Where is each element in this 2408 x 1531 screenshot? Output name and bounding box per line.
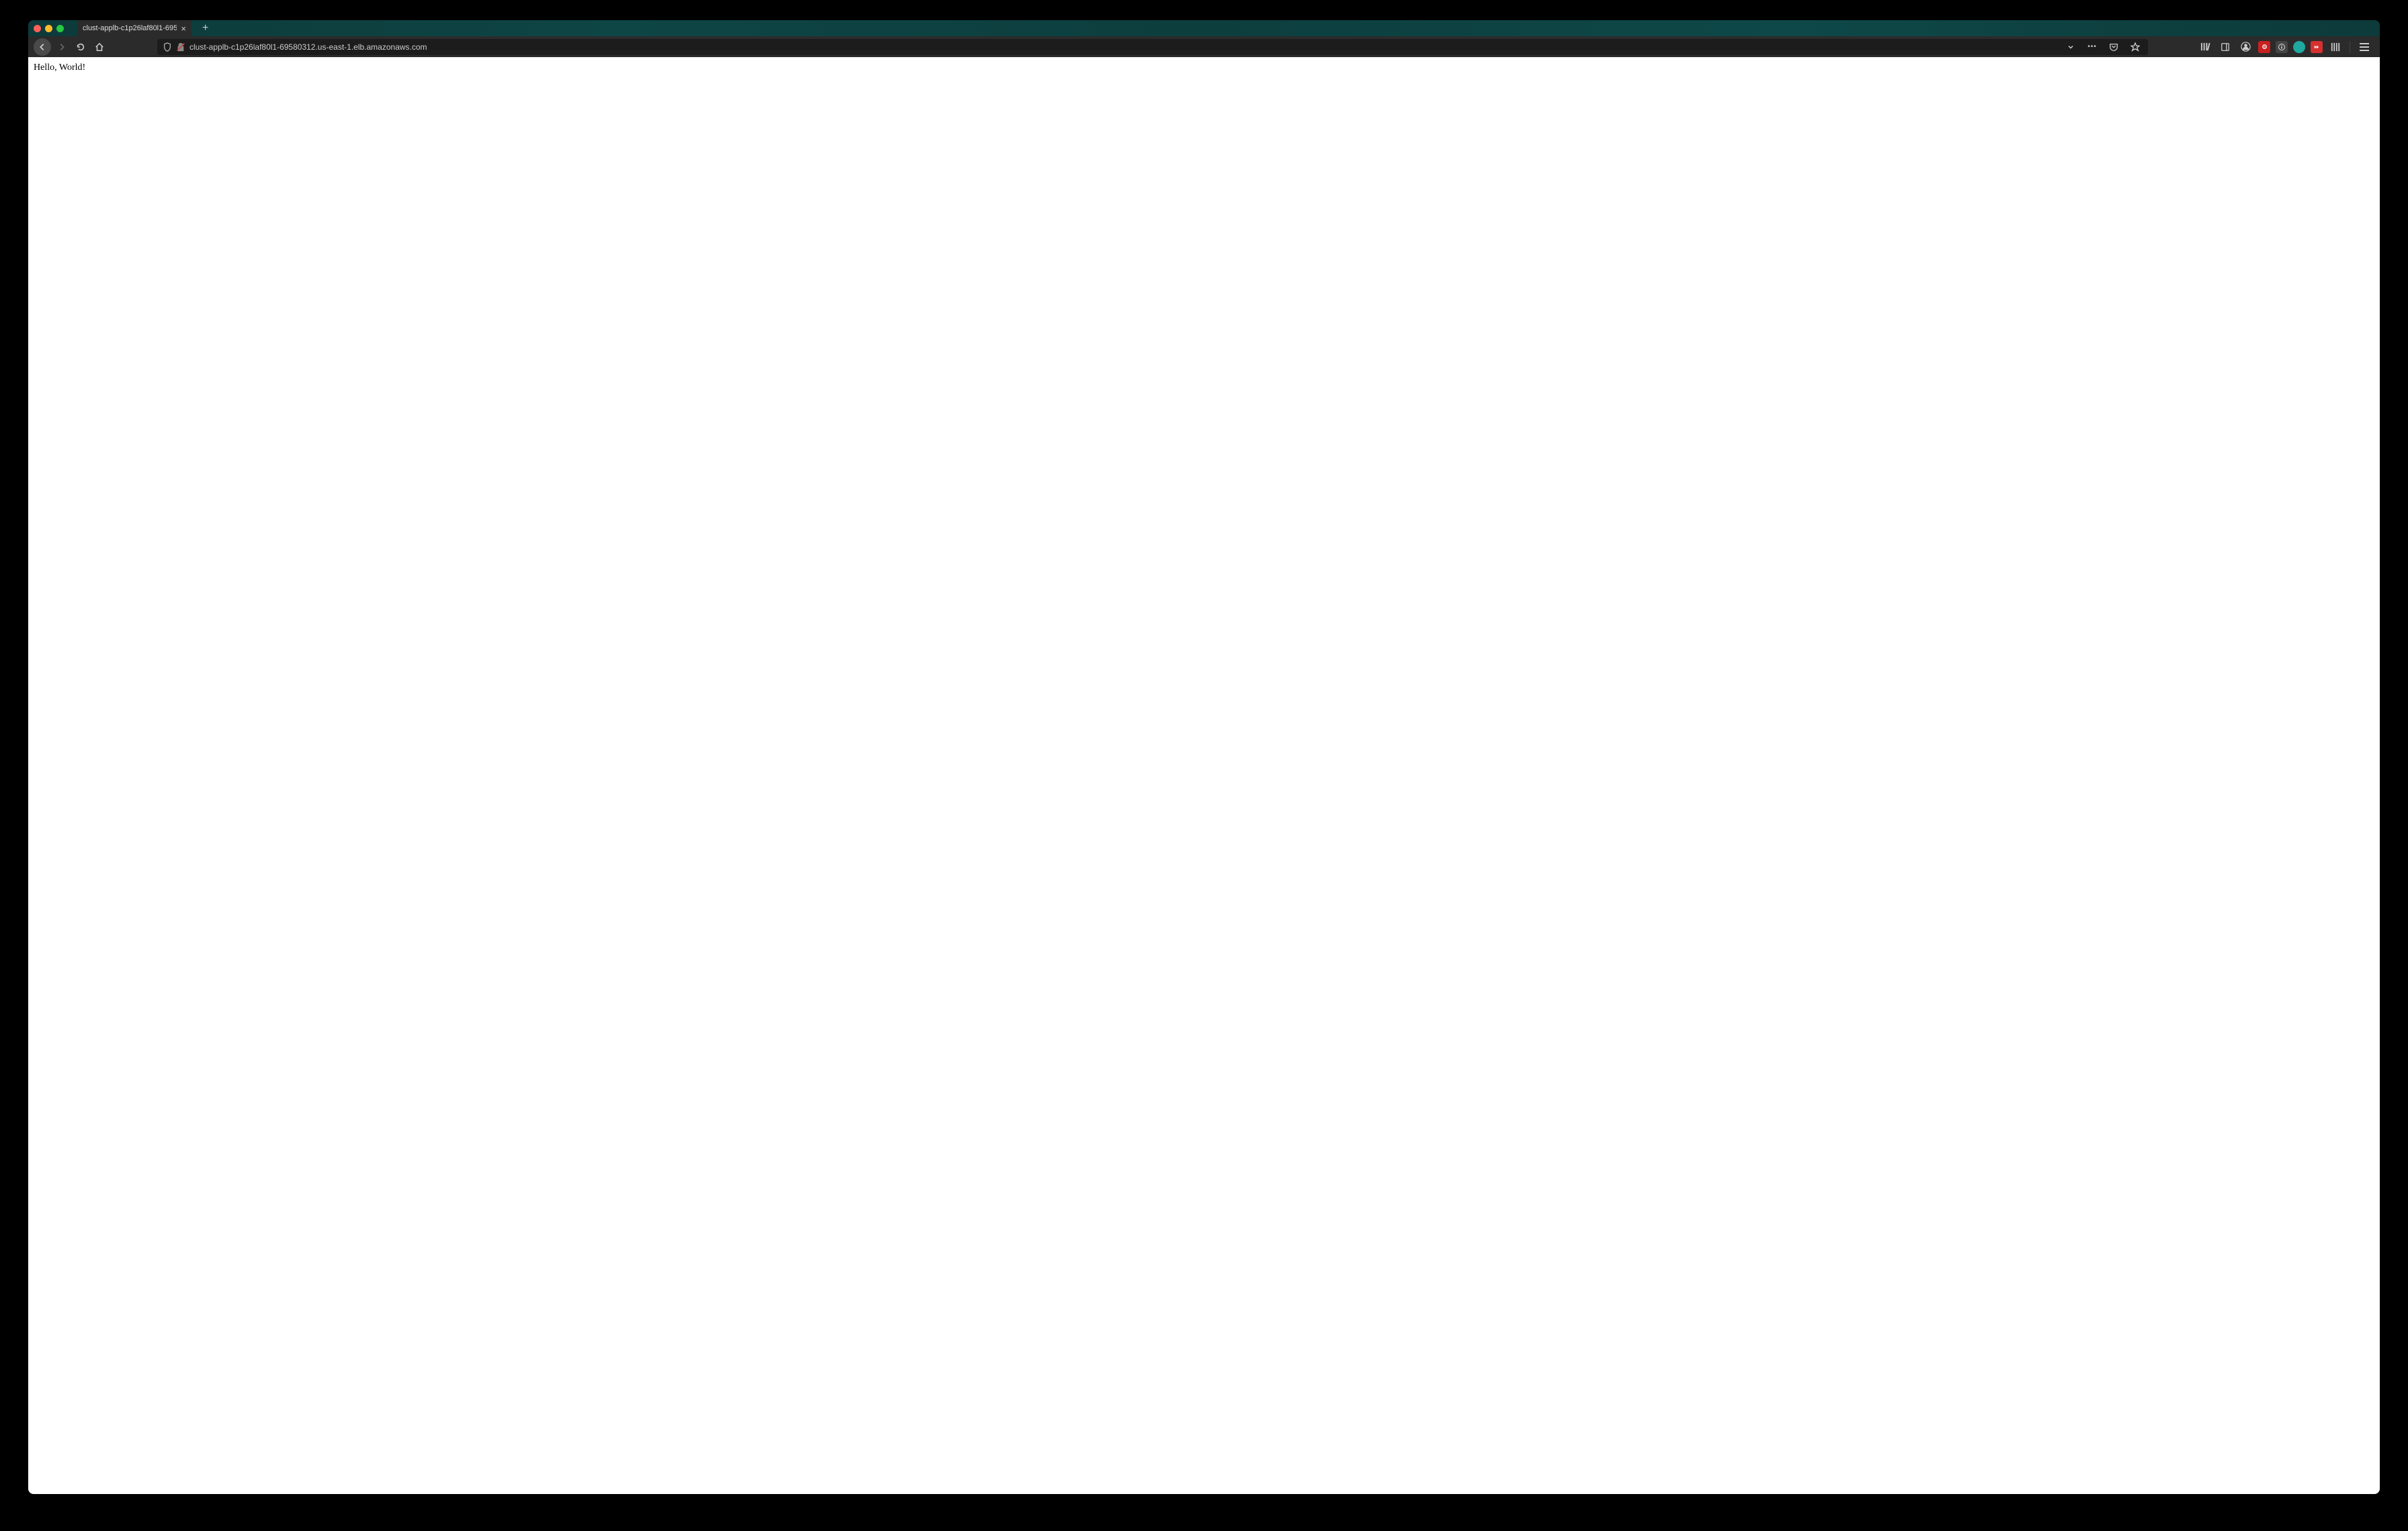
menu-button[interactable]: [2357, 40, 2372, 54]
extension-forward-icon[interactable]: [2311, 41, 2323, 53]
account-icon[interactable]: [2238, 40, 2253, 54]
address-bar[interactable]: clust-applb-c1p26laf80l1-69580312.us-eas…: [157, 39, 2148, 55]
tab-title: clust-applb-c1p26laf80l1-695803: [83, 24, 177, 32]
back-button[interactable]: [34, 38, 51, 56]
url-text: clust-applb-c1p26laf80l1-69580312.us-eas…: [189, 42, 2059, 52]
shield-icon[interactable]: [163, 42, 172, 52]
address-bar-actions: •••: [2063, 40, 2143, 54]
page-content: Hello, World!: [28, 57, 2380, 1494]
pocket-icon[interactable]: [2106, 40, 2121, 54]
library-icon[interactable]: [2198, 40, 2212, 54]
toolbar-right: [2198, 40, 2374, 54]
toolbar: clust-applb-c1p26laf80l1-69580312.us-eas…: [28, 36, 2380, 57]
extension-grid-icon[interactable]: [2328, 40, 2343, 54]
bookmark-star-icon[interactable]: [2128, 40, 2143, 54]
sidebar-icon[interactable]: [2218, 40, 2233, 54]
reload-button[interactable]: [73, 39, 89, 55]
browser-window: clust-applb-c1p26laf80l1-695803 × + clus…: [28, 20, 2380, 1494]
maximize-window-button[interactable]: [56, 25, 64, 32]
new-tab-button[interactable]: +: [197, 23, 214, 34]
browser-tab[interactable]: clust-applb-c1p26laf80l1-695803 ×: [77, 20, 191, 36]
tab-bar: clust-applb-c1p26laf80l1-695803 × +: [28, 20, 2380, 36]
window-controls: [34, 25, 72, 32]
page-actions-icon[interactable]: •••: [2085, 40, 2100, 54]
insecure-lock-icon[interactable]: [176, 42, 185, 52]
forward-button[interactable]: [54, 39, 70, 55]
home-button[interactable]: [91, 39, 108, 55]
minimize-window-button[interactable]: [45, 25, 52, 32]
extension-info-icon[interactable]: [2276, 41, 2288, 53]
extension-teal-icon[interactable]: [2293, 41, 2305, 53]
page-body-text: Hello, World!: [34, 63, 85, 73]
chevron-down-icon[interactable]: [2063, 40, 2078, 54]
close-window-button[interactable]: [34, 25, 41, 32]
extension-ublock-icon[interactable]: [2258, 41, 2270, 53]
close-tab-icon[interactable]: ×: [181, 24, 186, 33]
